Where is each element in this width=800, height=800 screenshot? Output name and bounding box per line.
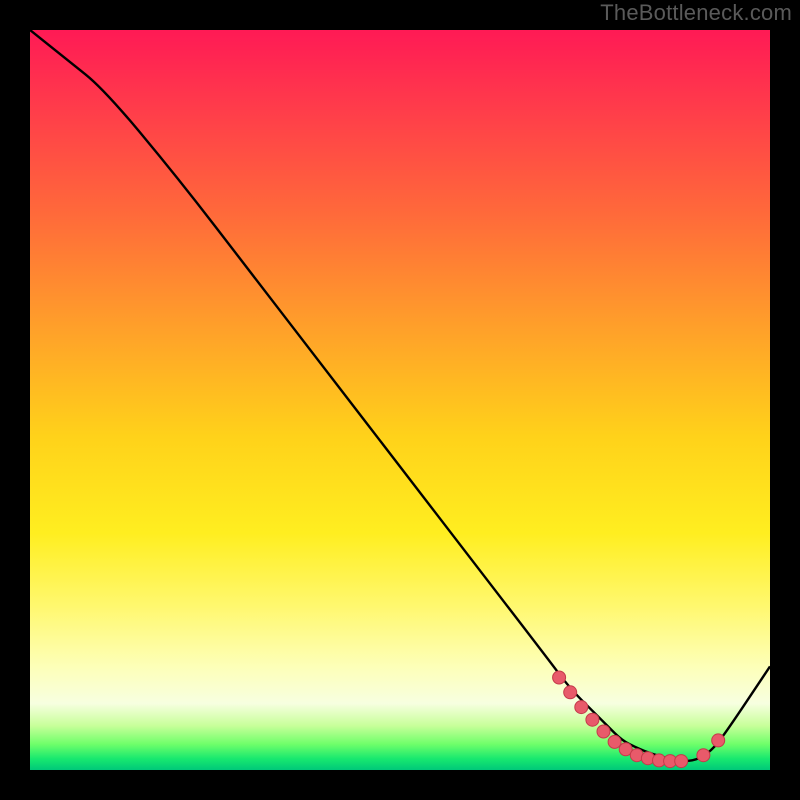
data-markers: [553, 671, 725, 768]
watermark-text: TheBottleneck.com: [600, 0, 792, 26]
data-marker: [712, 734, 725, 747]
chart-frame: TheBottleneck.com: [0, 0, 800, 800]
data-marker: [597, 725, 610, 738]
data-marker: [553, 671, 566, 684]
data-marker: [675, 755, 688, 768]
chart-overlay: [30, 30, 770, 770]
data-marker: [564, 686, 577, 699]
data-marker: [608, 735, 621, 748]
data-marker: [575, 701, 588, 714]
data-marker: [697, 749, 710, 762]
data-marker: [586, 713, 599, 726]
curve-line: [30, 30, 770, 761]
